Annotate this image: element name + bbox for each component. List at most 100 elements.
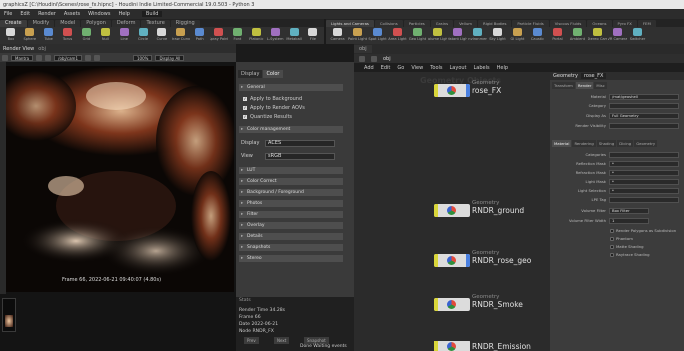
param-field[interactable]: * — [609, 178, 679, 185]
shelf-tool-vr-camera[interactable]: VR Camera — [608, 28, 627, 43]
section-overlay[interactable]: Overlay — [239, 222, 343, 229]
shelf-tool-sky-light[interactable]: Sky Light — [488, 28, 507, 43]
net-menu-go[interactable]: Go — [397, 65, 404, 71]
shelf-tool-l-system[interactable]: L-System — [266, 28, 284, 43]
shelf-tab[interactable]: Viscous Fluids — [549, 19, 587, 27]
node-rndr-rose-geo[interactable]: Geometry RNDR_rose_geo — [434, 250, 531, 267]
snapshot-icon[interactable] — [85, 54, 91, 61]
shelf-tab[interactable]: Particles — [403, 19, 430, 27]
shelf-tool-geo-light[interactable]: Geo Light — [408, 28, 427, 43]
tab-display[interactable]: Display — [238, 70, 263, 78]
net-menu-tools[interactable]: Tools — [430, 65, 442, 71]
shelf-tab[interactable]: Oceans — [587, 19, 612, 27]
viewport-path[interactable]: obj — [38, 46, 46, 52]
check-apply-background[interactable]: ✓ Apply to Background — [243, 95, 302, 102]
check-apply-aovs[interactable]: ✓ Apply to Render AOVs — [243, 104, 305, 111]
net-menu-view[interactable]: View — [411, 65, 423, 71]
shelf-tab[interactable]: Texture — [141, 19, 170, 27]
camera-dropdown[interactable]: /obj/cam1 — [54, 54, 82, 61]
tab-dicing[interactable]: Dicing — [617, 140, 634, 147]
shelf-tool-distant-light[interactable]: Distant Light — [448, 28, 467, 43]
param-field[interactable]: 1 — [609, 217, 649, 224]
checkbox-icon[interactable] — [610, 252, 614, 257]
render-icon[interactable] — [2, 54, 8, 61]
shelf-tool-volume-light[interactable]: Volume Light — [428, 28, 447, 43]
shelf-tab[interactable]: Rigging — [170, 19, 200, 27]
node-rose-fx[interactable]: Geometry rose_FX — [434, 80, 501, 97]
shelf-tool-font[interactable]: Font — [229, 28, 247, 43]
shelf-tool-tube[interactable]: Tube — [40, 28, 58, 43]
shelf-tab[interactable]: Collisions — [374, 19, 403, 27]
tab-color[interactable]: Color — [263, 70, 283, 78]
node-rndr-smoke[interactable]: Geometry RNDR_Smoke — [434, 294, 523, 311]
section-background[interactable]: Background / Foreground — [239, 189, 343, 196]
check-quantize[interactable]: ✓ Quantize Results — [243, 113, 292, 120]
menu-render[interactable]: Render — [34, 11, 60, 17]
shelf-tool-spray-paint[interactable]: Spray Paint — [210, 28, 228, 43]
node-rndr-ground[interactable]: Geometry RNDR_ground — [434, 200, 524, 217]
shelf-tab[interactable]: Lights and Cameras — [326, 19, 374, 27]
section-lut[interactable]: LUT — [239, 167, 343, 174]
snapshot-button[interactable]: Snapshot — [304, 337, 329, 344]
shelf-tab[interactable]: Polygon — [81, 19, 111, 27]
node-rndr-emission[interactable]: GeometryRNDR_Emission — [434, 341, 531, 351]
node-name-field[interactable]: rose_FX — [580, 73, 607, 79]
param-check[interactable]: Render Polygons as Subdivision — [610, 227, 676, 234]
shelf-tool-torus[interactable]: Torus — [59, 28, 77, 43]
shelf-tool-path[interactable]: Path — [191, 28, 209, 43]
shelf-tool-point-light[interactable]: Point Light — [348, 28, 367, 43]
checkbox-icon[interactable] — [610, 244, 614, 249]
shelf-tab[interactable]: Rigid Bodies — [477, 19, 512, 27]
param-field[interactable]: /mat/geoshell — [609, 93, 679, 100]
refresh-icon[interactable] — [36, 54, 43, 61]
shelf-tab[interactable]: Deform — [111, 19, 141, 27]
section-snapshots[interactable]: Snapshots — [239, 244, 343, 251]
shelf-tool-line[interactable]: Line — [115, 28, 133, 43]
net-menu-labels[interactable]: Labels — [474, 65, 490, 71]
checkbox-icon[interactable] — [610, 228, 614, 233]
snapshot-thumbnail[interactable] — [2, 298, 16, 332]
param-field[interactable] — [609, 122, 679, 129]
section-stereo[interactable]: Stereo — [239, 255, 343, 262]
forward-icon[interactable] — [371, 55, 377, 62]
shelf-tool-null[interactable]: Null — [96, 28, 114, 43]
tab-geometry[interactable]: Geometry — [634, 140, 658, 147]
shelf-tab[interactable]: Grains — [430, 19, 454, 27]
param-field[interactable]: * — [609, 169, 679, 176]
menu-help[interactable]: Help — [114, 11, 133, 17]
shelf-tool-gi-light[interactable]: GI Light — [508, 28, 527, 43]
viewport-tab[interactable]: Render View — [3, 46, 34, 52]
tab-misc[interactable]: Misc — [594, 82, 607, 89]
param-field[interactable] — [609, 196, 679, 203]
shelf-tab[interactable]: FEM — [637, 19, 656, 27]
section-filter[interactable]: Filter — [239, 211, 343, 218]
param-check[interactable]: Phantom — [610, 235, 633, 242]
shelf-tab[interactable]: Particle Fluids — [512, 19, 549, 27]
pause-icon[interactable] — [45, 54, 52, 61]
desktop-selector[interactable]: Build — [141, 11, 163, 17]
tab-shading[interactable]: Shading — [596, 140, 617, 147]
shelf-tool-draw-curve[interactable]: Draw Curve — [172, 28, 190, 43]
display-dropdown[interactable]: Display All — [155, 54, 185, 61]
zoom-field[interactable]: 100% — [133, 54, 153, 61]
param-field[interactable]: * — [609, 187, 679, 194]
section-general[interactable]: General — [239, 84, 343, 91]
section-color-management[interactable]: Color management — [239, 126, 343, 133]
shelf-tool-stereo-cam[interactable]: Stereo Cam — [588, 28, 607, 43]
shelf-tool-environment[interactable]: Environment — [468, 28, 487, 43]
shelf-tool-platonic[interactable]: Platonic — [247, 28, 265, 43]
shelf-tool-caustic[interactable]: Caustic — [528, 28, 547, 43]
section-photos[interactable]: Photos — [239, 200, 343, 207]
network-tab[interactable]: obj — [354, 45, 372, 53]
shelf-tool-camera[interactable]: Camera — [328, 28, 347, 43]
shelf-tool-file[interactable]: File — [304, 28, 322, 43]
section-color-correct[interactable]: Color Correct — [239, 178, 343, 185]
param-field[interactable]: * — [609, 160, 679, 167]
checkbox-icon[interactable] — [610, 236, 614, 241]
shelf-tool-spot-light[interactable]: Spot Light — [368, 28, 387, 43]
param-check[interactable]: Matte Shading — [610, 243, 644, 250]
net-menu-add[interactable]: Add — [364, 65, 374, 71]
shelf-tool-area-light[interactable]: Area Light — [388, 28, 407, 43]
tab-render[interactable]: Render — [575, 82, 594, 89]
back-icon[interactable] — [359, 55, 365, 62]
